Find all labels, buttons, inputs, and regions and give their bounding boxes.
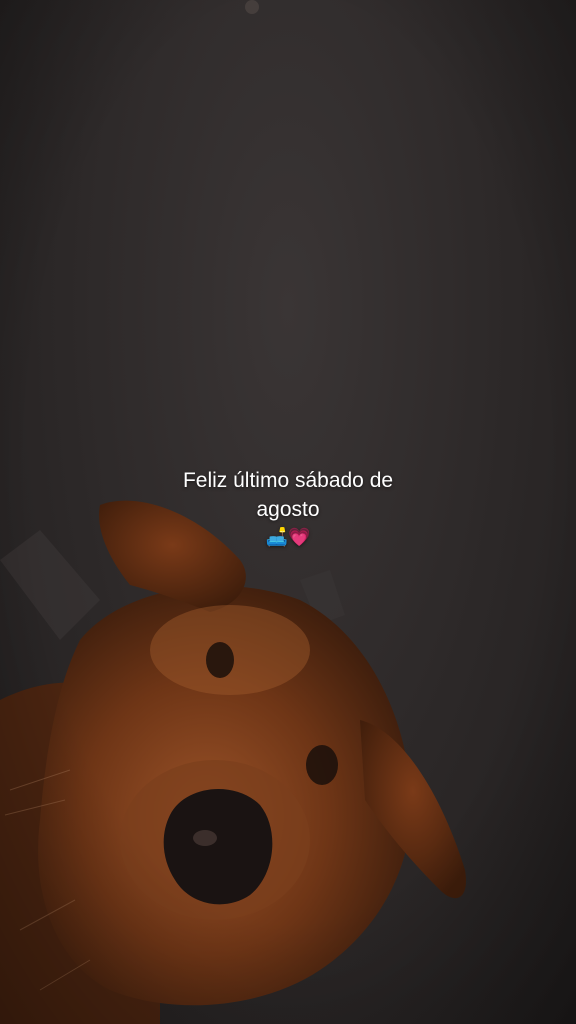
story-frame: Feliz último sábado de agosto 🛋️💗 [0,0,576,1024]
caption-line-2: agosto [256,498,320,521]
caption-line-1: Feliz último sábado de [182,469,394,492]
caption-emojis: 🛋️💗 [265,527,311,548]
story-caption: Feliz último sábado de agosto 🛋️💗 [0,466,576,551]
